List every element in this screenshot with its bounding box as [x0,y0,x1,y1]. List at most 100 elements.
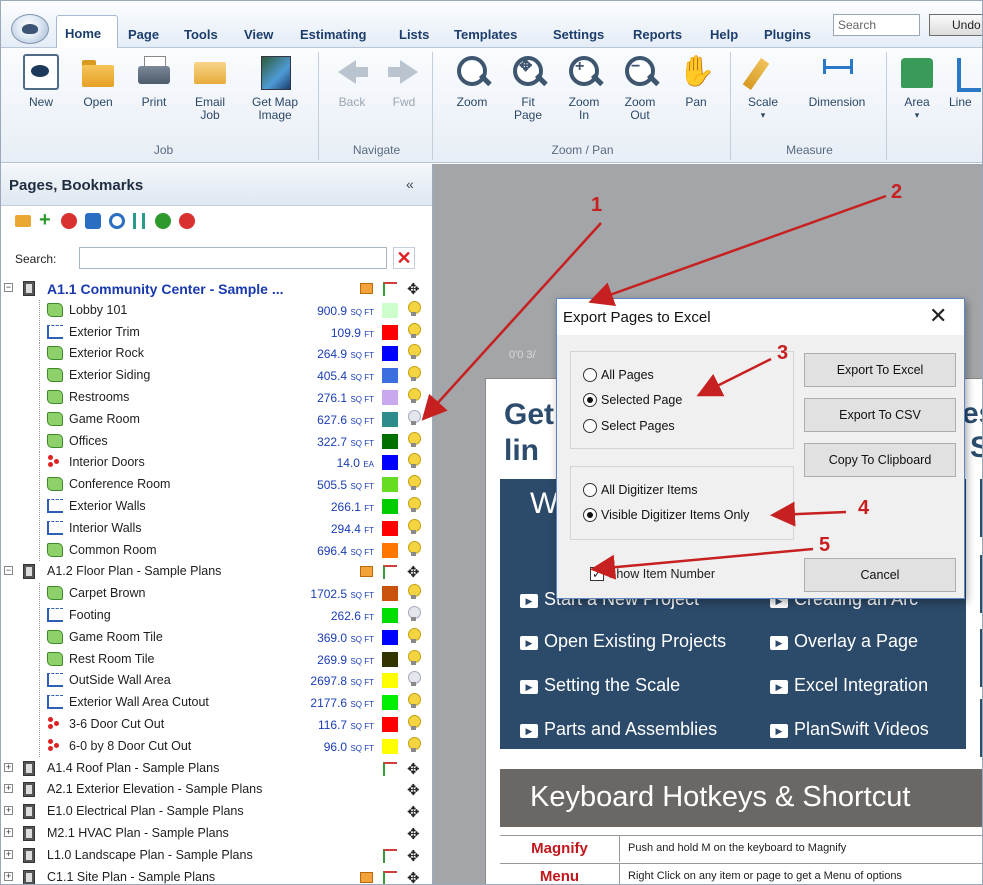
expand-node-icon[interactable]: + [4,849,13,859]
color-swatch[interactable] [382,520,398,536]
visibility-bulb-icon[interactable] [407,344,421,361]
visibility-bulb-icon[interactable] [407,606,421,623]
visibility-bulb-icon[interactable] [407,300,421,318]
visibility-bulb-icon[interactable] [407,693,421,710]
expand-node-icon[interactable]: + [4,828,13,837]
visibility-bulb-icon[interactable] [407,671,421,688]
color-swatch[interactable] [382,738,398,754]
color-swatch[interactable] [382,542,398,558]
expand-node-icon[interactable]: + [4,784,13,794]
color-swatch[interactable] [382,717,398,732]
scale-button[interactable]: Scale ▾ [741,54,785,122]
tab-settings[interactable]: Settings [553,27,604,42]
doc-link[interactable]: PlanSwift Videos [770,719,929,740]
tab-tools[interactable]: Tools [184,27,218,42]
tree-item-row[interactable]: Carpet Brown 1702.5 SQ FT [1,583,432,605]
tree-page-row[interactable]: + A2.1 Exterior Elevation - Sample Plans ✥ [1,779,432,800]
collapse-panel-icon[interactable]: « [406,176,414,192]
doc-link[interactable]: Overlay a Page [770,631,918,652]
tree-item-row[interactable]: Lobby 101 900.9 SQ FT [1,299,432,321]
visibility-bulb-icon[interactable] [407,715,421,732]
tree-page-row[interactable]: + M2.1 HVAC Plan - Sample Plans ✥ [1,823,432,844]
visibility-bulb-icon[interactable] [407,475,421,492]
pan-button[interactable]: ✋ Pan [673,54,719,109]
tree-page-row[interactable]: + E1.0 Electrical Plan - Sample Plans ✥ [1,801,432,822]
move-icon[interactable]: ✥ [407,280,420,298]
color-swatch[interactable] [382,586,398,602]
visibility-bulb-icon[interactable] [407,366,421,383]
get-map-image-button[interactable]: Get Map Image [243,54,307,122]
tree-item-row[interactable]: Common Room 696.4 SQ FT [1,539,432,561]
expand-node-icon[interactable]: + [4,806,13,816]
tree-item-row[interactable]: Game Room 627.6 SQ FT [1,408,432,430]
tree-item-row[interactable]: OutSide Wall Area 2697.8 SQ FT [1,670,432,692]
export-to-excel-button[interactable]: Export To Excel [804,353,956,387]
tree-item-row[interactable]: Footing 262.6 FT [1,605,432,626]
tree-item-row[interactable]: Interior Doors 14.0 EA [1,452,432,474]
visibility-bulb-icon[interactable] [407,540,421,558]
tab-estimating[interactable]: Estimating [300,27,366,42]
tree-item-row[interactable]: Offices 322.7 SQ FT [1,430,432,452]
tab-reports[interactable]: Reports [633,27,682,42]
visibility-bulb-icon[interactable] [407,584,421,601]
doc-link[interactable]: Open Existing Projects [520,631,726,652]
collapse-node-icon[interactable]: − [4,283,13,292]
doc-link[interactable]: Setting the Scale [520,675,680,696]
tree-page-row[interactable]: − A1.1 Community Center - Sample ... ✥ [1,278,432,299]
tab-view[interactable]: View [244,27,273,42]
email-job-button[interactable]: Email Job [187,54,233,122]
tree-item-row[interactable]: 3-6 Door Cut Out 116.7 SQ FT [1,714,432,735]
visibility-bulb-icon[interactable] [407,518,421,536]
area-button[interactable]: Area ▾ [895,54,939,122]
fwd-button[interactable]: Fwd [383,54,425,109]
tab-help[interactable]: Help [710,27,738,42]
zoom-button[interactable]: Zoom [449,54,495,109]
color-swatch[interactable] [382,324,398,340]
refresh-icon[interactable] [109,213,125,229]
move-icon[interactable]: ✥ [407,869,420,884]
back-button[interactable]: Back [331,54,373,109]
tree-item-row[interactable]: Exterior Rock 264.9 SQ FT [1,343,432,365]
move-icon[interactable]: ✥ [407,803,420,821]
sort-icon[interactable] [133,213,145,229]
tree-item-row[interactable]: Conference Room 505.5 SQ FT [1,474,432,496]
tree-item-row[interactable]: Exterior Trim 109.9 FT [1,321,432,343]
visibility-bulb-icon[interactable] [407,497,421,514]
search-input[interactable]: Search [833,14,920,36]
color-swatch[interactable] [382,651,398,667]
tree-page-row[interactable]: + C1.1 Site Plan - Sample Plans ✥ [1,867,432,884]
tree-item-row[interactable]: Restrooms 276.1 SQ FT [1,387,432,408]
copy-to-clipboard-button[interactable]: Copy To Clipboard [804,443,956,477]
move-icon[interactable]: ✥ [407,847,420,865]
visibility-bulb-icon[interactable] [407,388,421,405]
tree-page-row[interactable]: + A1.4 Roof Plan - Sample Plans ✥ [1,758,432,779]
collapse-node-icon[interactable]: − [4,566,13,576]
color-swatch[interactable] [382,477,398,493]
fit-page-button[interactable]: ✥ Fit Page [505,54,551,122]
color-swatch[interactable] [382,455,398,471]
panel-search-input[interactable] [79,247,387,269]
tab-lists[interactable]: Lists [399,27,429,42]
color-swatch[interactable] [382,346,398,362]
open-button[interactable]: Open [75,54,121,109]
gear-icon[interactable] [85,213,101,229]
move-icon[interactable]: ✥ [407,781,420,799]
expand-node-icon[interactable]: + [4,762,13,772]
move-icon[interactable]: ✥ [407,760,420,778]
expand-node-icon[interactable]: + [4,871,13,881]
color-swatch[interactable] [382,695,398,711]
zoom-in-button[interactable]: + Zoom In [561,54,607,122]
new-folder-icon[interactable] [15,215,31,227]
tree-item-row[interactable]: Game Room Tile 369.0 SQ FT [1,626,432,648]
visibility-bulb-icon[interactable] [407,627,421,645]
visibility-bulb-icon[interactable] [407,453,421,470]
color-swatch[interactable] [382,302,398,318]
color-swatch[interactable] [382,608,398,623]
visibility-bulb-icon[interactable] [407,736,421,754]
color-swatch[interactable] [382,433,398,449]
tab-page[interactable]: Page [128,27,159,42]
tree-item-row[interactable]: 6-0 by 8 Door Cut Out 96.0 SQ FT [1,735,432,757]
color-swatch[interactable] [382,673,398,689]
color-swatch[interactable] [382,390,398,405]
move-icon[interactable]: ✥ [407,825,420,843]
